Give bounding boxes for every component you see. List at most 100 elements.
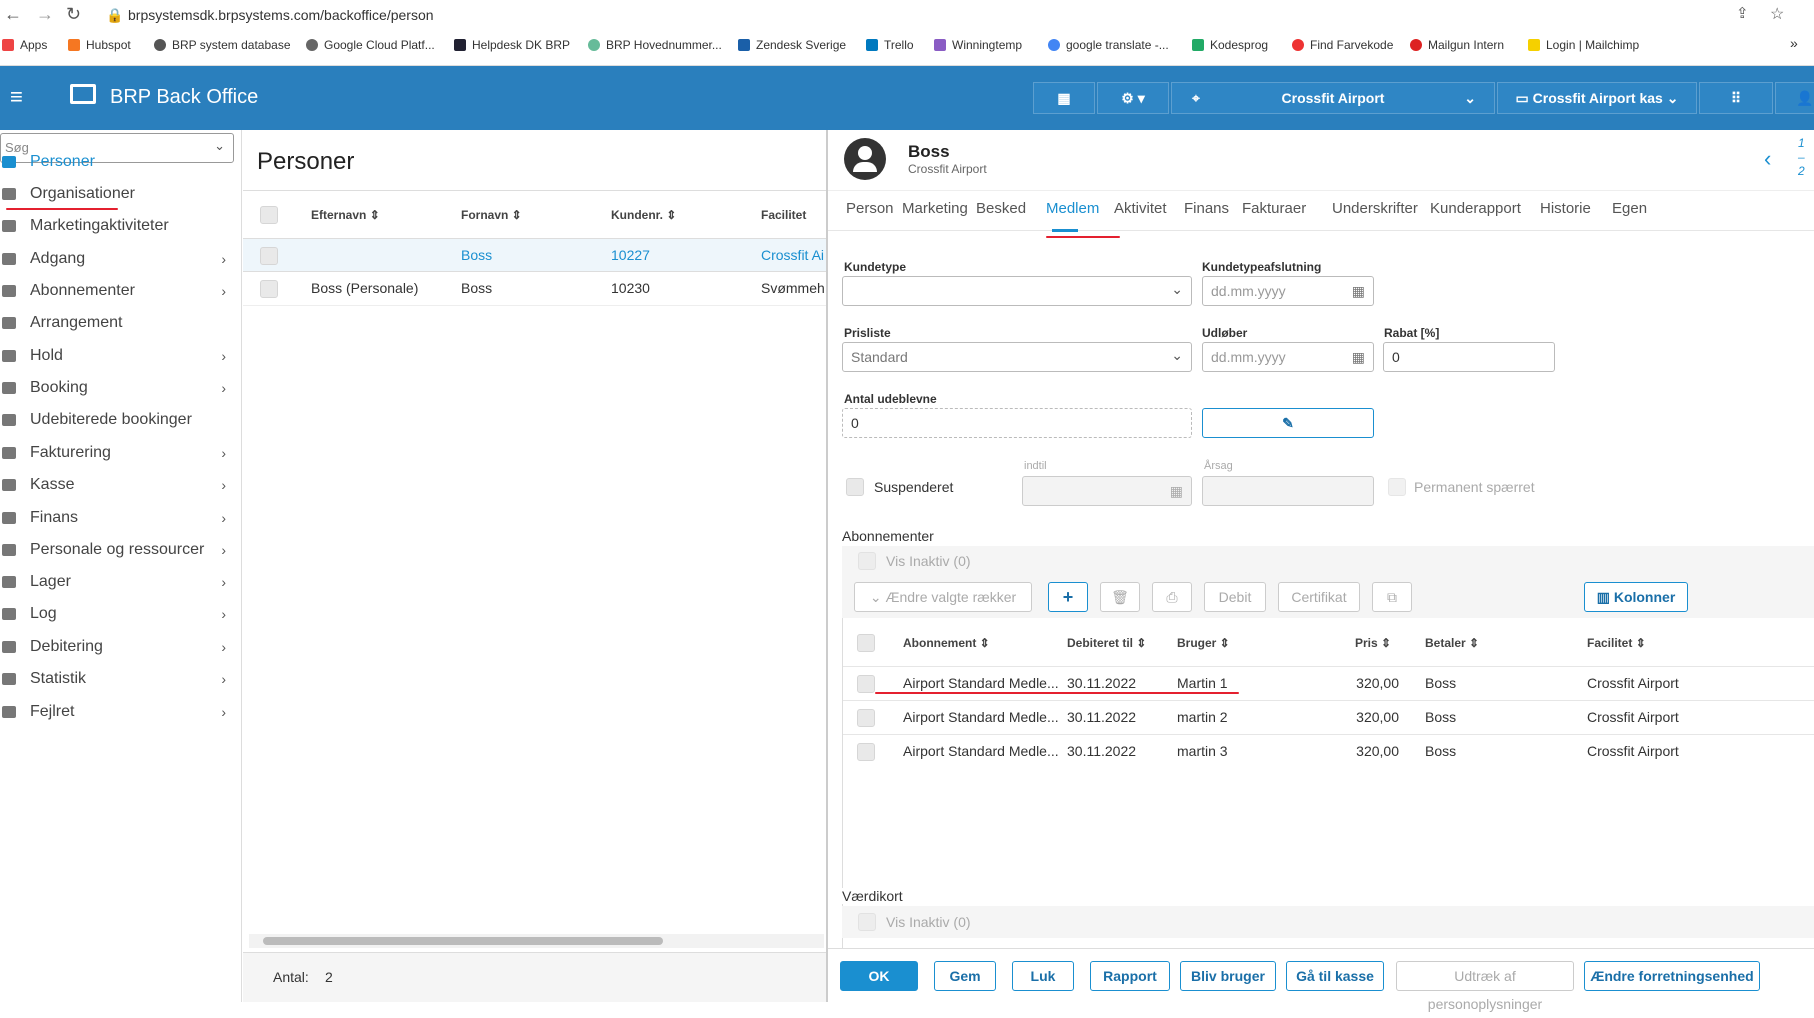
col-kundenr[interactable]: Kundenr. ⇕ (611, 208, 676, 222)
apps-grid-button[interactable]: ⠿ (1699, 82, 1773, 114)
suspenderet-checkbox[interactable] (846, 478, 864, 496)
cell-abonnement[interactable]: Airport Standard Medle... (903, 675, 1059, 691)
vis-inaktiv-checkbox[interactable] (858, 552, 876, 570)
sidebar-item-kasse[interactable]: Kasse › (0, 470, 240, 500)
table-row[interactable]: Airport Standard Medle... 30.11.2022 Marti… (843, 666, 1814, 700)
hamburger-icon[interactable]: ≡ (10, 84, 23, 110)
bookmark-gcp[interactable]: Google Cloud Platf... (306, 38, 435, 52)
register-selector[interactable]: ▭ Crossfit Airport kas ⌄ (1497, 82, 1697, 114)
table-row[interactable]: Airport Standard Medle... 30.11.2022 marti… (843, 700, 1814, 734)
luk-button[interactable]: Luk (1012, 961, 1074, 991)
address-bar[interactable]: 🔒 brpsystemsdk.brpsystems.com/backoffice… (98, 2, 1778, 28)
rapport-button[interactable]: Rapport (1090, 961, 1170, 991)
aendre-forretningsenhed-button[interactable]: Ændre forretningsenhed (1584, 961, 1760, 991)
tab-kunderapport[interactable]: Kunderapport (1430, 200, 1521, 217)
table-row[interactable]: Boss 10227 Crossfit Ai (243, 238, 826, 272)
edit-button[interactable]: ✎ (1202, 408, 1374, 438)
bookmark-trello[interactable]: Trello (866, 38, 914, 52)
table-row[interactable]: Airport Standard Medle... 30.11.2022 marti… (843, 734, 1814, 768)
tab-underskrifter[interactable]: Underskrifter (1332, 200, 1418, 217)
kolonner-button[interactable]: ▥ Kolonner (1584, 582, 1688, 612)
udlober-date-input[interactable]: dd.mm.yyyy ▦ (1202, 342, 1374, 372)
sidebar-item-booking[interactable]: Booking › (0, 373, 240, 403)
forward-icon[interactable]: → (36, 4, 54, 25)
sidebar-item-lager[interactable]: Lager › (0, 567, 240, 597)
col-efternavn[interactable]: Efternavn ⇕ (311, 208, 380, 222)
bookmark-google-translate[interactable]: google translate -... (1048, 38, 1169, 52)
sidebar-item-fakturering[interactable]: Fakturering › (0, 438, 240, 468)
tab-person[interactable]: Person (846, 200, 894, 217)
tab-aktivitet[interactable]: Aktivitet (1114, 200, 1167, 217)
sidebar-item-personer[interactable]: Personer (0, 147, 240, 177)
sidebar-item-fejlret[interactable]: Fejlret › (0, 697, 240, 727)
bookmark-winningtemp[interactable]: Winningtemp (934, 38, 1022, 52)
vis-inaktiv-checkbox[interactable] (858, 913, 876, 931)
bookmark-kodesprog[interactable]: Kodesprog (1192, 38, 1268, 52)
bookmark-apps[interactable]: Apps (2, 38, 47, 52)
sidebar-item-finans[interactable]: Finans › (0, 503, 240, 533)
row-checkbox[interactable] (260, 247, 278, 265)
col-abonnement[interactable]: Abonnement ⇕ (903, 636, 990, 650)
row-checkbox[interactable] (260, 280, 278, 298)
bliv-bruger-button[interactable]: Bliv bruger (1180, 961, 1276, 991)
sidebar-item-organisationer[interactable]: Organisationer (0, 179, 240, 209)
kundetype-select[interactable]: ⌄ (842, 276, 1192, 306)
antal-udeblevne-input[interactable]: 0 (842, 408, 1192, 438)
cell-abonnement[interactable]: Airport Standard Medle... (903, 709, 1059, 725)
sidebar-item-arrangement[interactable]: Arrangement (0, 308, 240, 338)
sidebar-item-udebiterede-bookinger[interactable]: Udebiterede bookinger (0, 405, 240, 435)
tab-historie[interactable]: Historie (1540, 200, 1591, 217)
location-selector[interactable]: ⌖ Crossfit Airport ⌄ (1171, 82, 1495, 114)
sidebar-item-adgang[interactable]: Adgang › (0, 244, 240, 274)
reload-icon[interactable]: ↻ (66, 4, 81, 25)
bookmark-hubspot[interactable]: Hubspot (68, 38, 131, 52)
bookmarks-more-icon[interactable]: » (1790, 35, 1798, 51)
back-icon[interactable]: ← (4, 4, 22, 25)
user-button[interactable]: 👤 (1775, 82, 1814, 114)
tab-medlem[interactable]: Medlem (1046, 200, 1099, 217)
tab-marketing[interactable]: Marketing (902, 200, 968, 217)
tab-egen[interactable]: Egen (1612, 200, 1647, 217)
sidebar-item-statistik[interactable]: Statistik › (0, 664, 240, 694)
select-all-checkbox[interactable] (857, 634, 875, 652)
calendar-icon[interactable]: ▦ (1352, 283, 1365, 300)
kundetypeafslutning-date-input[interactable]: dd.mm.yyyy ▦ (1202, 276, 1374, 306)
bookmark-mailchimp[interactable]: Login | Mailchimp (1528, 38, 1639, 52)
add-button[interactable]: + (1048, 582, 1088, 612)
table-row[interactable]: Boss (Personale) Boss 10230 Svømmeh (243, 272, 826, 306)
sidebar-item-hold[interactable]: Hold › (0, 341, 240, 371)
col-pris[interactable]: Pris ⇕ (1355, 636, 1391, 650)
ok-button[interactable]: OK (840, 961, 918, 991)
share-icon[interactable]: ⇪ (1736, 4, 1749, 22)
calculator-button[interactable]: ▦ (1033, 82, 1095, 114)
bookmark-brp-db[interactable]: BRP system database (154, 38, 291, 52)
select-all-checkbox[interactable] (260, 206, 278, 224)
settings-dropdown[interactable]: ⚙ ▾ (1097, 82, 1169, 114)
sidebar-item-marketingaktiviteter[interactable]: Marketingaktiviteter (0, 211, 240, 241)
cell-fornavn[interactable]: Boss (461, 247, 492, 263)
chevron-left-icon[interactable]: ‹ (1764, 146, 1771, 172)
bookmark-farvekode[interactable]: Find Farvekode (1292, 38, 1393, 52)
col-bruger[interactable]: Bruger ⇕ (1177, 636, 1230, 650)
sidebar-item-abonnementer[interactable]: Abonnementer › (0, 276, 240, 306)
cell-abonnement[interactable]: Airport Standard Medle... (903, 743, 1059, 759)
col-fornavn[interactable]: Fornavn ⇕ (461, 208, 522, 222)
tab-besked[interactable]: Besked (976, 200, 1026, 217)
rabat-input[interactable]: 0 (1383, 342, 1555, 372)
bookmark-zendesk[interactable]: Zendesk Sverige (738, 38, 846, 52)
scrollbar-thumb[interactable] (263, 937, 663, 945)
row-checkbox[interactable] (857, 709, 875, 727)
sidebar-item-log[interactable]: Log › (0, 599, 240, 629)
row-checkbox[interactable] (857, 675, 875, 693)
tab-fakturaer[interactable]: Fakturaer (1242, 200, 1306, 217)
col-facilitet[interactable]: Facilitet (761, 208, 806, 222)
col-facilitet[interactable]: Facilitet ⇕ (1587, 636, 1646, 650)
calendar-icon[interactable]: ▦ (1352, 349, 1365, 366)
col-debiteret[interactable]: Debiteret til ⇕ (1067, 636, 1146, 650)
gem-button[interactable]: Gem (934, 961, 996, 991)
bookmark-hovednummer[interactable]: BRP Hovednummer... (588, 38, 722, 52)
prisliste-select[interactable]: Standard ⌄ (842, 342, 1192, 372)
col-betaler[interactable]: Betaler ⇕ (1425, 636, 1479, 650)
bookmark-mailgun[interactable]: Mailgun Intern (1410, 38, 1504, 52)
bookmark-helpdesk[interactable]: Helpdesk DK BRP (454, 38, 570, 52)
